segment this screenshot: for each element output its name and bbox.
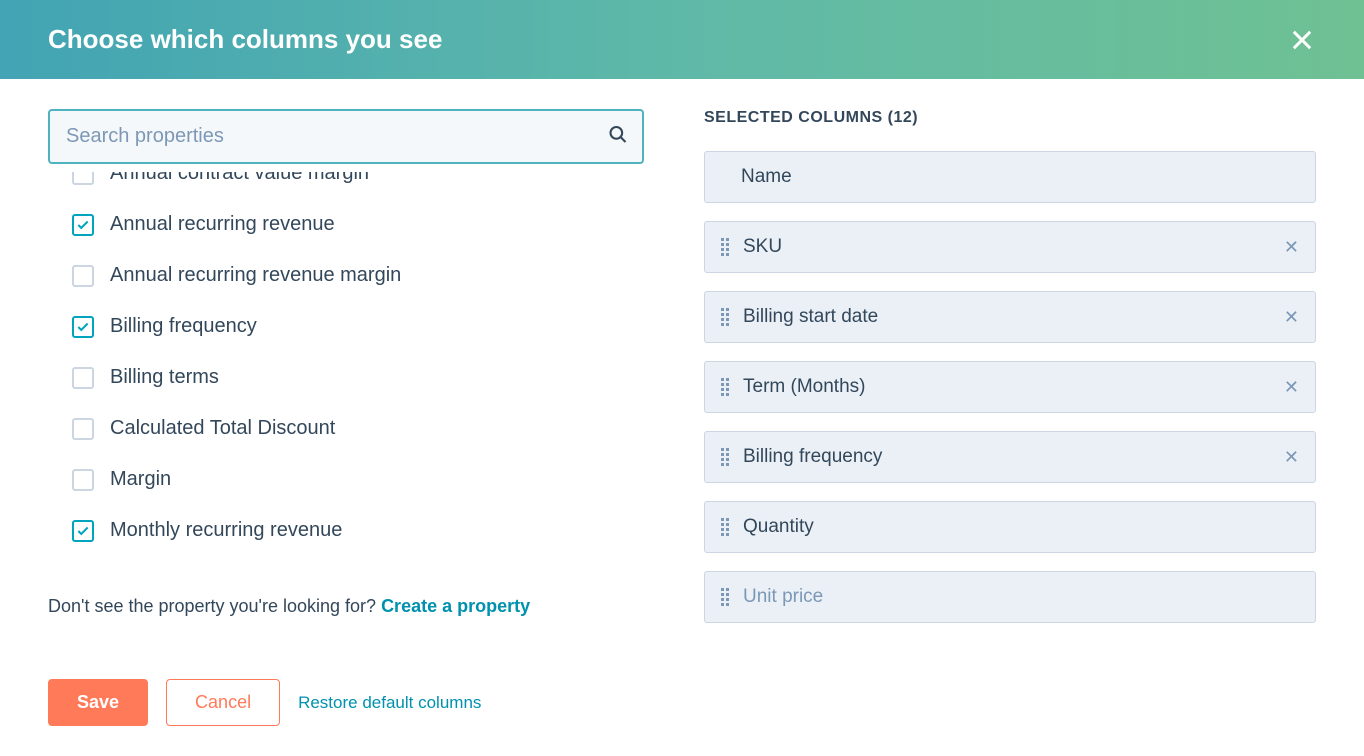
property-checkbox[interactable]	[72, 265, 94, 287]
remove-column-icon[interactable]: ✕	[1284, 237, 1299, 258]
selected-column-item[interactable]: Unit price	[704, 571, 1316, 623]
drag-handle-icon[interactable]	[721, 448, 729, 466]
property-label: Annual contract value margin	[110, 172, 369, 185]
search-icon	[608, 124, 628, 149]
property-row[interactable]: Annual recurring revenue margin	[72, 250, 644, 301]
property-row[interactable]: Margin	[72, 454, 644, 505]
drag-handle-icon[interactable]	[721, 518, 729, 536]
property-label: Billing terms	[110, 366, 219, 389]
close-button[interactable]	[1288, 26, 1316, 54]
selected-column-item[interactable]: Term (Months) ✕	[704, 361, 1316, 413]
dialog-header: Choose which columns you see	[0, 0, 1364, 79]
selected-column-label: Billing start date	[743, 306, 1270, 328]
property-checkbox[interactable]	[72, 316, 94, 338]
selected-column-item[interactable]: Billing frequency ✕	[704, 431, 1316, 483]
selected-column-item[interactable]: SKU ✕	[704, 221, 1316, 273]
close-icon	[1288, 26, 1316, 54]
selected-column-item[interactable]: Billing start date ✕	[704, 291, 1316, 343]
drag-handle-icon[interactable]	[721, 588, 729, 606]
drag-handle-icon[interactable]	[721, 378, 729, 396]
property-label: Billing frequency	[110, 315, 257, 338]
property-checkbox[interactable]	[72, 469, 94, 491]
property-checkbox[interactable]	[72, 367, 94, 389]
property-row[interactable]: Annual contract value margin	[72, 172, 644, 199]
property-checkbox[interactable]	[72, 214, 94, 236]
dialog-footer: Save Cancel Restore default columns	[0, 651, 1364, 748]
selected-column-item[interactable]: Quantity	[704, 501, 1316, 553]
search-field[interactable]	[48, 109, 644, 164]
restore-defaults-link[interactable]: Restore default columns	[298, 693, 481, 713]
property-row[interactable]: Calculated Total Discount	[72, 403, 644, 454]
selected-column-label: Quantity	[743, 516, 1299, 538]
property-row[interactable]: Billing frequency	[72, 301, 644, 352]
selected-column-label: Term (Months)	[743, 376, 1270, 398]
helper-text: Don't see the property you're looking fo…	[48, 596, 644, 617]
property-checkbox[interactable]	[72, 418, 94, 440]
create-property-link[interactable]: Create a property	[381, 596, 530, 616]
remove-column-icon[interactable]: ✕	[1284, 307, 1299, 328]
search-input[interactable]	[48, 109, 644, 164]
drag-handle-icon[interactable]	[721, 308, 729, 326]
property-label: Monthly recurring revenue	[110, 519, 342, 542]
drag-handle-icon[interactable]	[721, 238, 729, 256]
selected-column-label: Unit price	[743, 586, 1299, 608]
cancel-button[interactable]: Cancel	[166, 679, 280, 726]
property-row[interactable]: Annual recurring revenue	[72, 199, 644, 250]
selected-columns-heading: SELECTED COLUMNS (12)	[704, 109, 1316, 127]
selected-column-label: Name	[741, 166, 1299, 188]
selected-column-item[interactable]: Name	[704, 151, 1316, 203]
property-label: Margin	[110, 468, 171, 491]
dialog-title: Choose which columns you see	[48, 24, 442, 55]
remove-column-icon[interactable]: ✕	[1284, 447, 1299, 468]
property-row[interactable]: Monthly recurring revenue	[72, 505, 644, 556]
property-label: Annual recurring revenue	[110, 213, 335, 236]
selected-column-label: SKU	[743, 236, 1270, 258]
property-label: Annual recurring revenue margin	[110, 264, 401, 287]
property-label: Calculated Total Discount	[110, 417, 335, 440]
save-button[interactable]: Save	[48, 679, 148, 726]
property-row[interactable]: Billing terms	[72, 352, 644, 403]
remove-column-icon[interactable]: ✕	[1284, 377, 1299, 398]
selected-column-label: Billing frequency	[743, 446, 1270, 468]
property-checkbox[interactable]	[72, 520, 94, 542]
property-checkbox[interactable]	[72, 172, 94, 185]
